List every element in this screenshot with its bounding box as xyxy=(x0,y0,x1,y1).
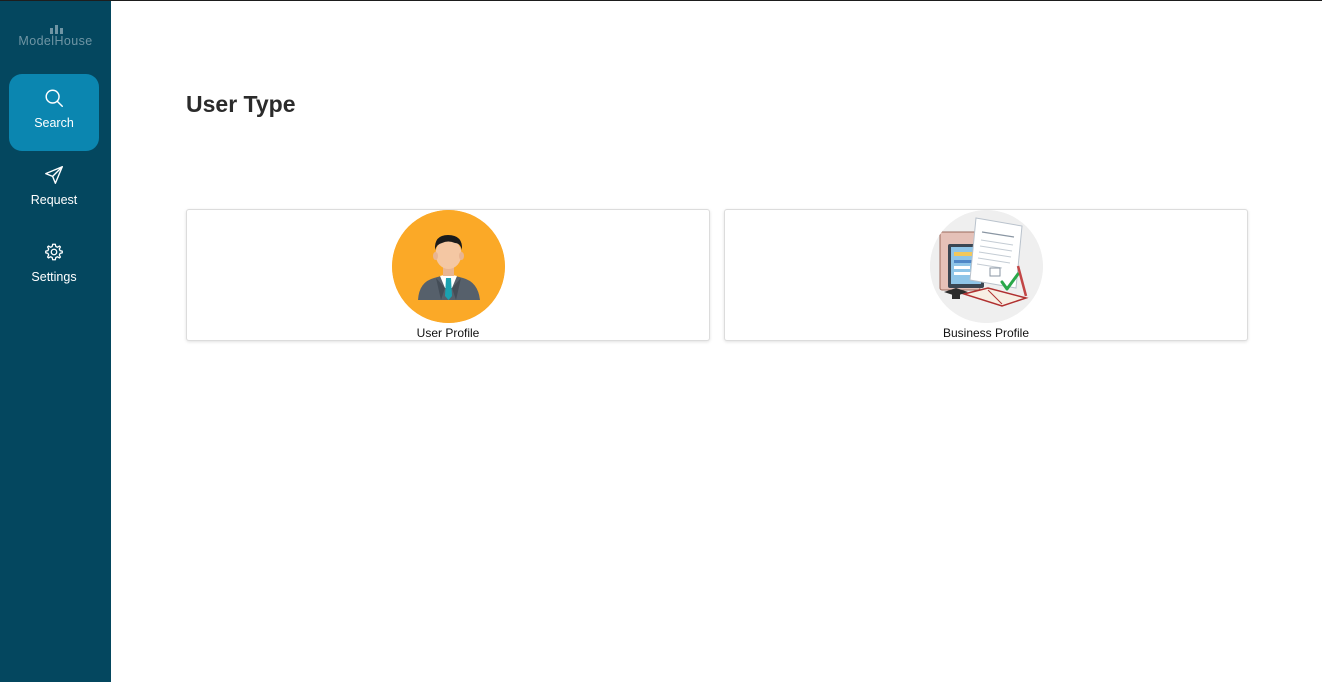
business-profile-card[interactable]: Business Profile xyxy=(724,209,1248,341)
sidebar-item-request[interactable]: Request xyxy=(9,151,99,228)
sidebar-item-search[interactable]: Search xyxy=(9,74,99,151)
user-profile-card[interactable]: User Profile xyxy=(186,209,710,341)
user-avatar-icon xyxy=(392,210,505,323)
search-icon xyxy=(45,89,63,107)
sidebar-item-settings[interactable]: Settings xyxy=(9,228,99,305)
top-border xyxy=(0,0,1322,1)
card-label: Business Profile xyxy=(942,326,1030,340)
app-logo[interactable]: ModelHouse xyxy=(0,23,111,48)
send-icon xyxy=(45,166,63,184)
sidebar: ModelHouse Search Request Settings xyxy=(0,1,111,682)
business-documents-icon xyxy=(930,210,1043,323)
logo-text: ModelHouse xyxy=(18,34,93,48)
sidebar-item-label: Settings xyxy=(31,270,77,284)
sidebar-item-label: Search xyxy=(34,116,74,130)
card-label: User Profile xyxy=(416,326,480,340)
sidebar-item-label: Request xyxy=(30,193,78,207)
page-title: User Type xyxy=(186,91,296,117)
gear-icon xyxy=(45,243,63,261)
